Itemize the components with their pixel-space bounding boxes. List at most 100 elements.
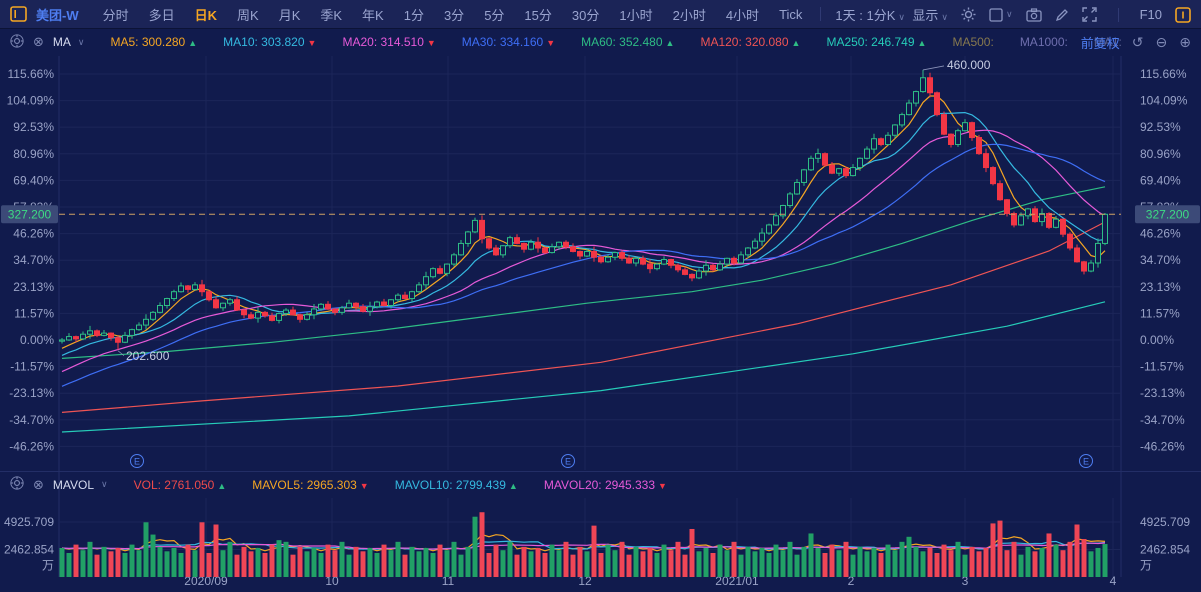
svg-text:E: E — [134, 457, 140, 467]
arrow-down-icon: ▼ — [546, 38, 555, 48]
tab-周K[interactable]: 周K — [227, 5, 269, 24]
zoom-in-icon[interactable]: ⊕ — [1179, 34, 1191, 51]
percent-axis-label: -46.26% — [9, 439, 54, 453]
indicator-settings-gear-icon[interactable] — [10, 34, 24, 51]
percent-axis-label: -46.26% — [1140, 439, 1185, 453]
ma-legend-item-ma60[interactable]: MA60: 352.480▲ — [581, 35, 674, 49]
ma-line-ma20 — [62, 130, 1105, 371]
percent-axis-label: 34.70% — [13, 253, 54, 267]
vol-legend-item-mavol20[interactable]: MAVOL20: 2945.333▼ — [544, 478, 667, 492]
date-axis-label: 4 — [1110, 574, 1117, 588]
multi-period-combo[interactable]: 1天 : 1分K∨ — [829, 5, 911, 24]
ma-legend-item-ma10[interactable]: MA10: 303.820▼ — [223, 35, 316, 49]
indicator-name[interactable]: MAVOL — [53, 478, 94, 492]
ma-line-ma120 — [62, 222, 1105, 412]
percent-axis-label: -23.13% — [9, 386, 54, 400]
f10-button[interactable]: F10 — [1140, 7, 1162, 22]
percent-axis-label: -34.70% — [1140, 413, 1185, 427]
draw-pencil-icon[interactable] — [1055, 8, 1069, 22]
percent-axis-label: -34.70% — [9, 413, 54, 427]
arrow-up-icon: ▲ — [509, 481, 518, 491]
forward-adjust-button[interactable]: 前复权 — [1081, 33, 1120, 52]
chevron-down-icon: ∨ — [1006, 9, 1013, 20]
settings-gear-icon[interactable] — [961, 7, 976, 22]
ma-legend-item-ma1000[interactable]: MA1000: — [1020, 35, 1068, 49]
tab-分时[interactable]: 分时 — [93, 5, 139, 24]
percent-axis-label: 0.00% — [1140, 333, 1174, 347]
chart-type-icon[interactable]: ∨ — [989, 8, 1013, 22]
percent-axis-label: 92.53% — [13, 120, 54, 134]
stock-chart-window: 2020/091011122021/01234115.66%115.66%104… — [0, 0, 1201, 592]
vol-legend-item-mavol10[interactable]: MAVOL10: 2799.439▲ — [395, 478, 518, 492]
main-chart-canvas[interactable]: 2020/091011122021/01234115.66%115.66%104… — [0, 0, 1201, 592]
percent-axis-label: 0.00% — [20, 333, 54, 347]
event-marker[interactable]: E — [131, 455, 144, 468]
reset-view-icon[interactable]: ↺ — [1132, 34, 1144, 51]
current-price-value: 327.200 — [8, 207, 52, 221]
tab-多日[interactable]: 多日 — [139, 5, 185, 24]
percent-axis-label: 23.13% — [1140, 280, 1181, 294]
arrow-up-icon: ▲ — [792, 38, 801, 48]
percent-axis-label: -11.57% — [1140, 360, 1184, 374]
tab-15分[interactable]: 15分 — [514, 5, 561, 24]
vol-legend-item-mavol5[interactable]: MAVOL5: 2965.303▼ — [252, 478, 368, 492]
percent-axis-label: 69.40% — [1140, 173, 1181, 187]
stock-symbol[interactable]: 美团-W — [36, 5, 79, 24]
percent-axis-label: 11.57% — [14, 306, 54, 320]
arrow-up-icon: ▲ — [217, 481, 226, 491]
display-menu[interactable]: 显示∨ — [912, 5, 948, 24]
arrow-down-icon: ▼ — [427, 38, 436, 48]
percent-axis-label: 23.13% — [13, 280, 54, 294]
tab-Tick[interactable]: Tick — [769, 7, 812, 22]
ma-legend-item-ma5[interactable]: MA5: 300.280▲ — [111, 35, 198, 49]
percent-axis-label: 104.09% — [1140, 94, 1188, 108]
volume-axis-label: 4925.709 — [1140, 515, 1190, 529]
event-marker[interactable]: E — [562, 455, 575, 468]
percent-axis-label: 80.96% — [13, 147, 54, 161]
indicator-settings-gear-icon[interactable] — [10, 476, 24, 493]
indicator-close-icon[interactable]: ⊗ — [33, 34, 44, 50]
low-price-annotation: 202.600 — [126, 349, 170, 363]
arrow-up-icon: ▲ — [918, 38, 927, 48]
arrow-down-icon: ▼ — [360, 481, 369, 491]
chevron-down-icon: ∨ — [941, 12, 948, 22]
chevron-down-icon: ∨ — [101, 479, 108, 490]
zoom-out-icon[interactable]: ⊖ — [1156, 34, 1168, 51]
percent-axis-label: -11.57% — [10, 360, 54, 374]
tab-4小时[interactable]: 4小时 — [716, 5, 769, 24]
volume-axis-label: 2462.854 — [1140, 542, 1190, 556]
tab-1分[interactable]: 1分 — [394, 5, 434, 24]
indicator-close-icon[interactable]: ⊗ — [33, 477, 44, 493]
tab-3分[interactable]: 3分 — [434, 5, 474, 24]
indicator-name[interactable]: MA — [53, 35, 71, 49]
tab-季K[interactable]: 季K — [310, 5, 352, 24]
ma-legend-item-ma250[interactable]: MA250: 246.749▲ — [826, 35, 926, 49]
chevron-down-icon: ∨ — [898, 12, 905, 22]
arrow-up-icon: ▲ — [666, 38, 675, 48]
percent-axis-label: 92.53% — [1140, 120, 1181, 134]
vol-legend-item-vol[interactable]: VOL: 2761.050▲ — [134, 478, 227, 492]
screenshot-camera-icon[interactable] — [1026, 8, 1042, 22]
fullscreen-icon[interactable] — [1082, 7, 1097, 22]
tab-2小时[interactable]: 2小时 — [663, 5, 716, 24]
candle-panel-icon[interactable] — [1175, 7, 1191, 23]
panel-icon[interactable] — [10, 6, 28, 22]
ma-legend-item-ma20[interactable]: MA20: 314.510▼ — [342, 35, 435, 49]
percent-axis-label: 104.09% — [7, 94, 55, 108]
tab-1小时[interactable]: 1小时 — [609, 5, 662, 24]
tab-5分[interactable]: 5分 — [474, 5, 514, 24]
volume-axis-label: 2462.854 — [4, 542, 54, 556]
tab-月K[interactable]: 月K — [269, 5, 311, 24]
ma-legend-item-ma500[interactable]: MA500: — [952, 35, 993, 49]
arrow-down-icon: ▼ — [658, 481, 667, 491]
tab-年K[interactable]: 年K — [352, 5, 394, 24]
tab-30分[interactable]: 30分 — [562, 5, 609, 24]
ma-indicator-header: ⊗ MA ∨ MA5: 300.280▲MA10: 303.820▼MA20: … — [0, 29, 1201, 55]
percent-axis-label: 11.57% — [1140, 306, 1180, 320]
toolbar-divider — [1118, 8, 1119, 22]
volume-unit-label: 万 — [42, 558, 54, 572]
event-marker[interactable]: E — [1080, 455, 1093, 468]
ma-legend-item-ma30[interactable]: MA30: 334.160▼ — [462, 35, 555, 49]
tab-日K[interactable]: 日K — [185, 5, 227, 24]
ma-legend-item-ma120[interactable]: MA120: 320.080▲ — [700, 35, 800, 49]
